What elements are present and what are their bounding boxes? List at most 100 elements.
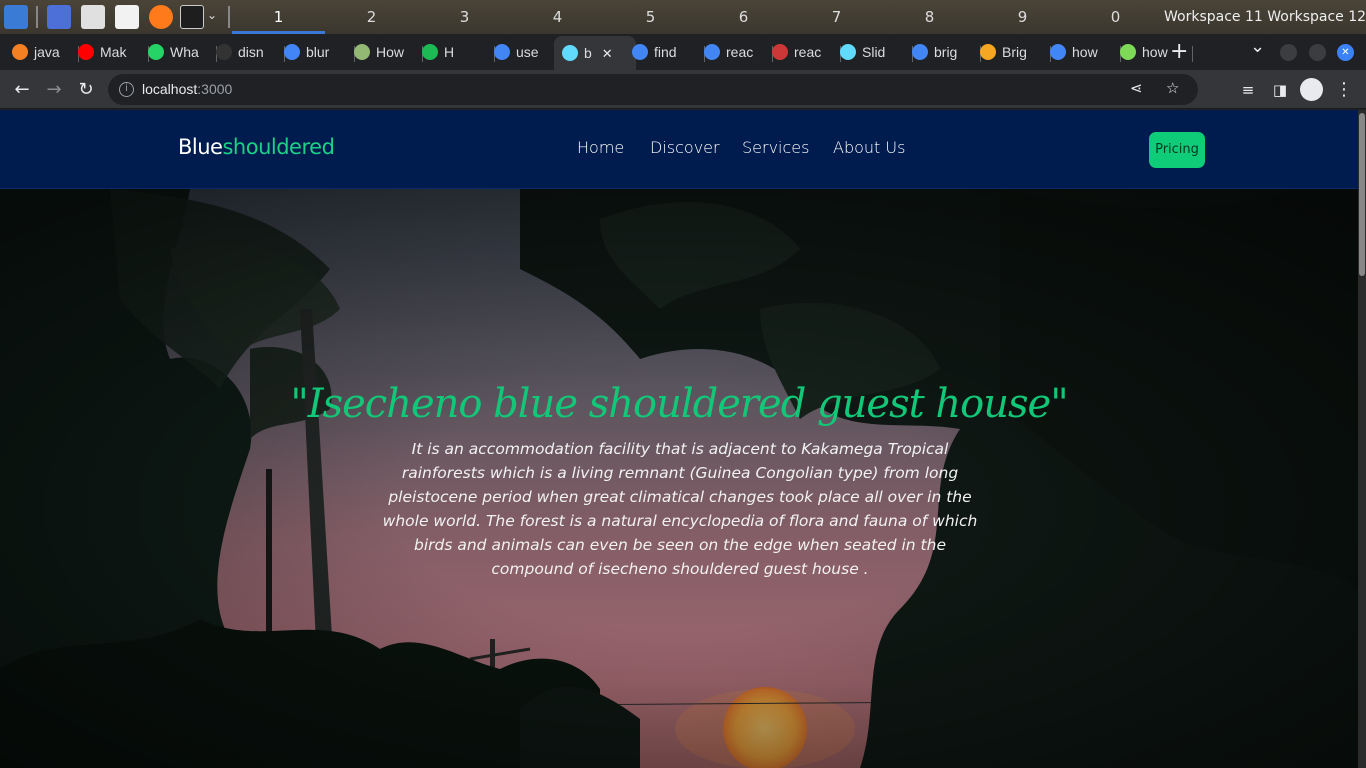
text-editor-icon[interactable] — [115, 5, 139, 29]
scrollbar-thumb[interactable] — [1359, 113, 1365, 276]
wikihow-icon — [354, 43, 370, 60]
divider — [36, 6, 38, 28]
close-window-icon[interactable]: ✕ — [1337, 44, 1354, 61]
workspace-label: Workspace 11 Workspace 12 Wo — [1164, 9, 1366, 25]
tab-title: How — [376, 44, 405, 60]
side-panel-icon[interactable]: ◨ — [1266, 76, 1294, 104]
tab-title: use — [516, 44, 539, 60]
workspace-0[interactable]: 0 — [1069, 0, 1162, 34]
browser-tab[interactable]: How — [354, 38, 420, 66]
browser-tab[interactable]: Mak — [78, 38, 146, 66]
nav-link-services[interactable]: Services — [742, 138, 809, 157]
youtube-icon — [78, 43, 94, 60]
tab-title: b — [584, 45, 592, 61]
brand-logo[interactable]: Blueshouldered — [178, 135, 335, 159]
colorful-icon — [980, 43, 996, 60]
tab-title: Wha — [170, 44, 199, 60]
hero-section: "Isecheno blue shouldered guest house" I… — [0, 189, 1358, 768]
tab-title: how — [1072, 44, 1098, 60]
browser-tab[interactable]: how — [1050, 38, 1118, 66]
tab-separator — [1192, 46, 1193, 62]
browser-tab[interactable]: blur — [284, 38, 352, 66]
tab-title: brig — [934, 44, 958, 60]
google-icon — [632, 43, 648, 60]
info-icon[interactable]: i — [119, 82, 134, 97]
browser-tab[interactable]: use — [494, 38, 560, 66]
tab-title: how — [1142, 44, 1168, 60]
desktop-icon[interactable] — [47, 5, 71, 29]
google-icon — [704, 43, 720, 60]
spotify-icon — [422, 43, 438, 60]
browser-tab[interactable]: java — [12, 38, 76, 66]
browser-tab-strip: java Mak Wha disn blur How Huse b ✕ find reac reac S… — [0, 34, 1366, 70]
terminal-icon[interactable] — [180, 5, 204, 29]
forward-arrow-icon[interactable]: → — [40, 76, 68, 104]
web-page: "Isecheno blue shouldered guest house" I… — [0, 110, 1358, 768]
file-manager-icon[interactable] — [81, 5, 105, 29]
browser-tab[interactable]: Brig — [980, 38, 1048, 66]
workspace-9[interactable]: 9 — [976, 0, 1069, 34]
hero-description: It is an accommodation facility that is … — [382, 440, 978, 578]
tab-title: Brig — [1002, 44, 1027, 60]
whatsapp-icon — [148, 43, 164, 60]
browser-toolbar: ← → ↻ i localhost:3000 ☆ ⋖ ≡ ◨ ⋮ — [0, 70, 1366, 109]
os-taskbar: ⌄ 1234567890 Workspace 11 Workspace 12 W… — [0, 0, 1366, 34]
reload-icon[interactable]: ↻ — [72, 76, 100, 104]
chevron-down-icon[interactable]: ⌄ — [207, 8, 217, 22]
google-icon — [1050, 43, 1066, 60]
react-icon — [562, 44, 578, 61]
tab-title: reac — [726, 44, 754, 60]
tab-title: find — [654, 44, 677, 60]
hero-title: "Isecheno blue shouldered guest house" — [290, 381, 1068, 427]
npm-icon — [772, 43, 788, 60]
tab-title: H — [444, 44, 455, 60]
more-menu-icon[interactable]: ⋮ — [1330, 76, 1358, 104]
browser-tab[interactable]: Wha — [148, 38, 214, 66]
workspace-1[interactable]: 1 — [232, 0, 325, 34]
site-navbar: Blueshouldered Home Discover Services Ab… — [0, 110, 1358, 189]
url-text[interactable]: localhost:3000 — [142, 74, 232, 105]
minimize-icon[interactable] — [1280, 44, 1297, 61]
nav-link-home[interactable]: Home — [577, 138, 624, 157]
browser-tab[interactable]: disn — [216, 38, 282, 66]
tab-title: java — [34, 44, 60, 60]
workspace-2[interactable]: 2 — [325, 0, 418, 34]
pricing-button[interactable]: Pricing — [1149, 132, 1205, 168]
maximize-icon[interactable] — [1309, 44, 1326, 61]
new-tab-icon[interactable]: + — [1170, 38, 1188, 66]
tab-title: disn — [238, 44, 264, 60]
browser-tab[interactable]: b ✕ — [554, 36, 636, 70]
star-icon[interactable]: ☆ — [1166, 79, 1179, 97]
workspace-6[interactable]: 6 — [697, 0, 790, 34]
browser-tab[interactable]: Slid — [840, 38, 910, 66]
close-tab-icon[interactable]: ✕ — [602, 46, 613, 61]
workspace-8[interactable]: 8 — [883, 0, 976, 34]
back-arrow-icon[interactable]: ← — [8, 76, 36, 104]
nav-link-about-us[interactable]: About Us — [833, 138, 905, 157]
tab-title: reac — [794, 44, 822, 60]
browser-tab[interactable]: reac — [704, 38, 770, 66]
browser-tab[interactable]: find — [632, 38, 702, 66]
browser-tab[interactable]: H — [422, 38, 492, 66]
browser-tab[interactable]: brig — [912, 38, 978, 66]
workspace-5[interactable]: 5 — [604, 0, 697, 34]
tab-title: Slid — [862, 44, 886, 60]
stackoverflow-icon — [12, 43, 28, 60]
google-icon — [284, 43, 300, 60]
share-icon[interactable]: ⋖ — [1130, 79, 1143, 97]
tab-search-chevron-icon[interactable]: ⌄ — [1250, 36, 1265, 57]
profile-avatar-icon[interactable] — [1300, 78, 1323, 101]
firefox-icon[interactable] — [149, 5, 173, 29]
workspace-4[interactable]: 4 — [511, 0, 604, 34]
google-icon — [494, 43, 510, 60]
browser-tab[interactable]: reac — [772, 38, 838, 66]
nav-link-discover[interactable]: Discover — [650, 138, 720, 157]
tab-title: blur — [306, 44, 330, 60]
address-bar[interactable]: i localhost:3000 ☆ ⋖ — [108, 74, 1198, 105]
media-queue-icon[interactable]: ≡ — [1234, 76, 1262, 104]
menu-icon[interactable] — [4, 5, 28, 29]
divider — [228, 6, 230, 28]
workspace-7[interactable]: 7 — [790, 0, 883, 34]
sparkle-icon — [1120, 43, 1136, 60]
workspace-3[interactable]: 3 — [418, 0, 511, 34]
